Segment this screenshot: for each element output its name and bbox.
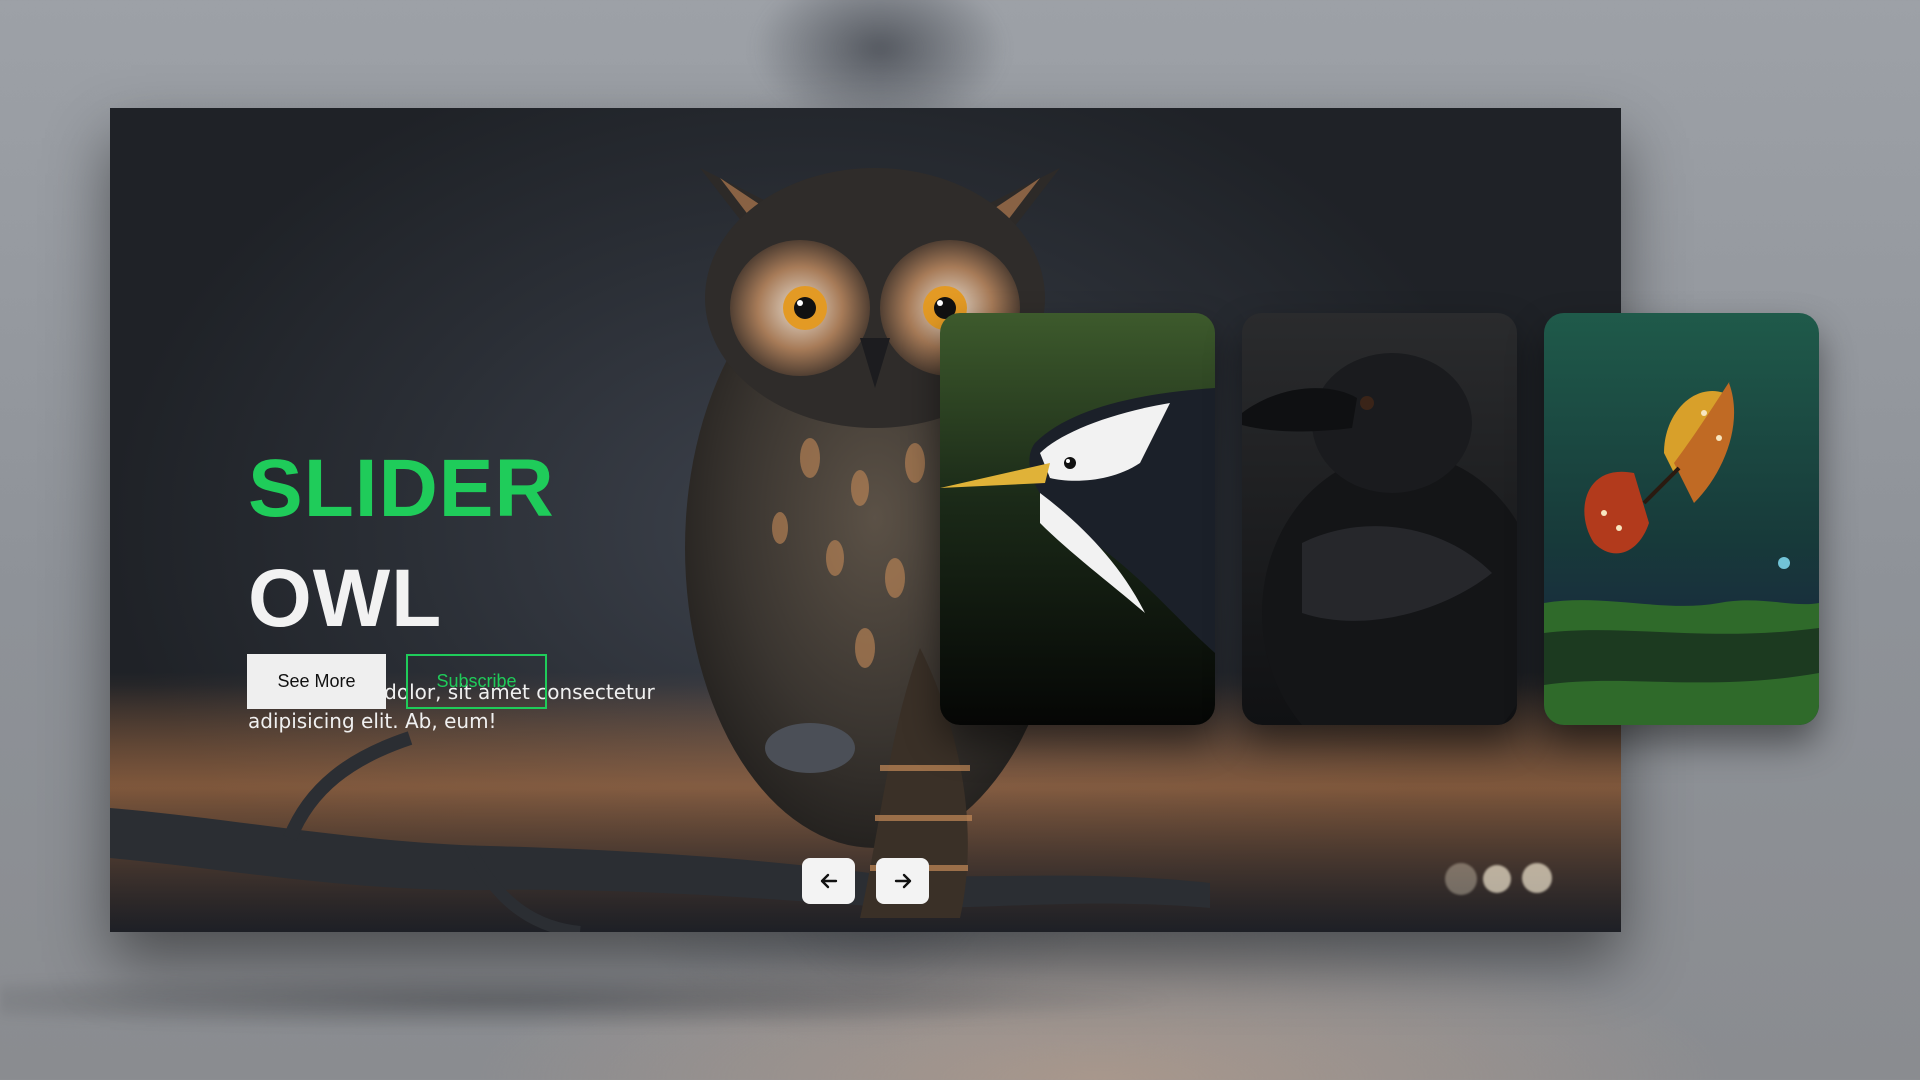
slider-title: SLIDER bbox=[248, 443, 555, 534]
subscribe-button[interactable]: Subscribe bbox=[406, 654, 547, 709]
thumbnail-kingfisher[interactable] bbox=[940, 313, 1215, 725]
thumbnail-butterfly[interactable] bbox=[1544, 313, 1819, 725]
crow-image bbox=[1242, 313, 1517, 725]
next-slide-button[interactable] bbox=[876, 858, 929, 904]
see-more-button[interactable]: See More bbox=[247, 654, 386, 709]
butterfly-image bbox=[1544, 313, 1819, 725]
arrow-right-icon bbox=[894, 873, 911, 889]
kingfisher-image bbox=[940, 313, 1215, 725]
prev-slide-button[interactable] bbox=[802, 858, 855, 904]
slider-subtitle: OWL bbox=[248, 553, 443, 644]
arrow-left-icon bbox=[820, 873, 837, 889]
background-branch-blur bbox=[0, 960, 1920, 1040]
thumbnail-crow[interactable] bbox=[1242, 313, 1517, 725]
